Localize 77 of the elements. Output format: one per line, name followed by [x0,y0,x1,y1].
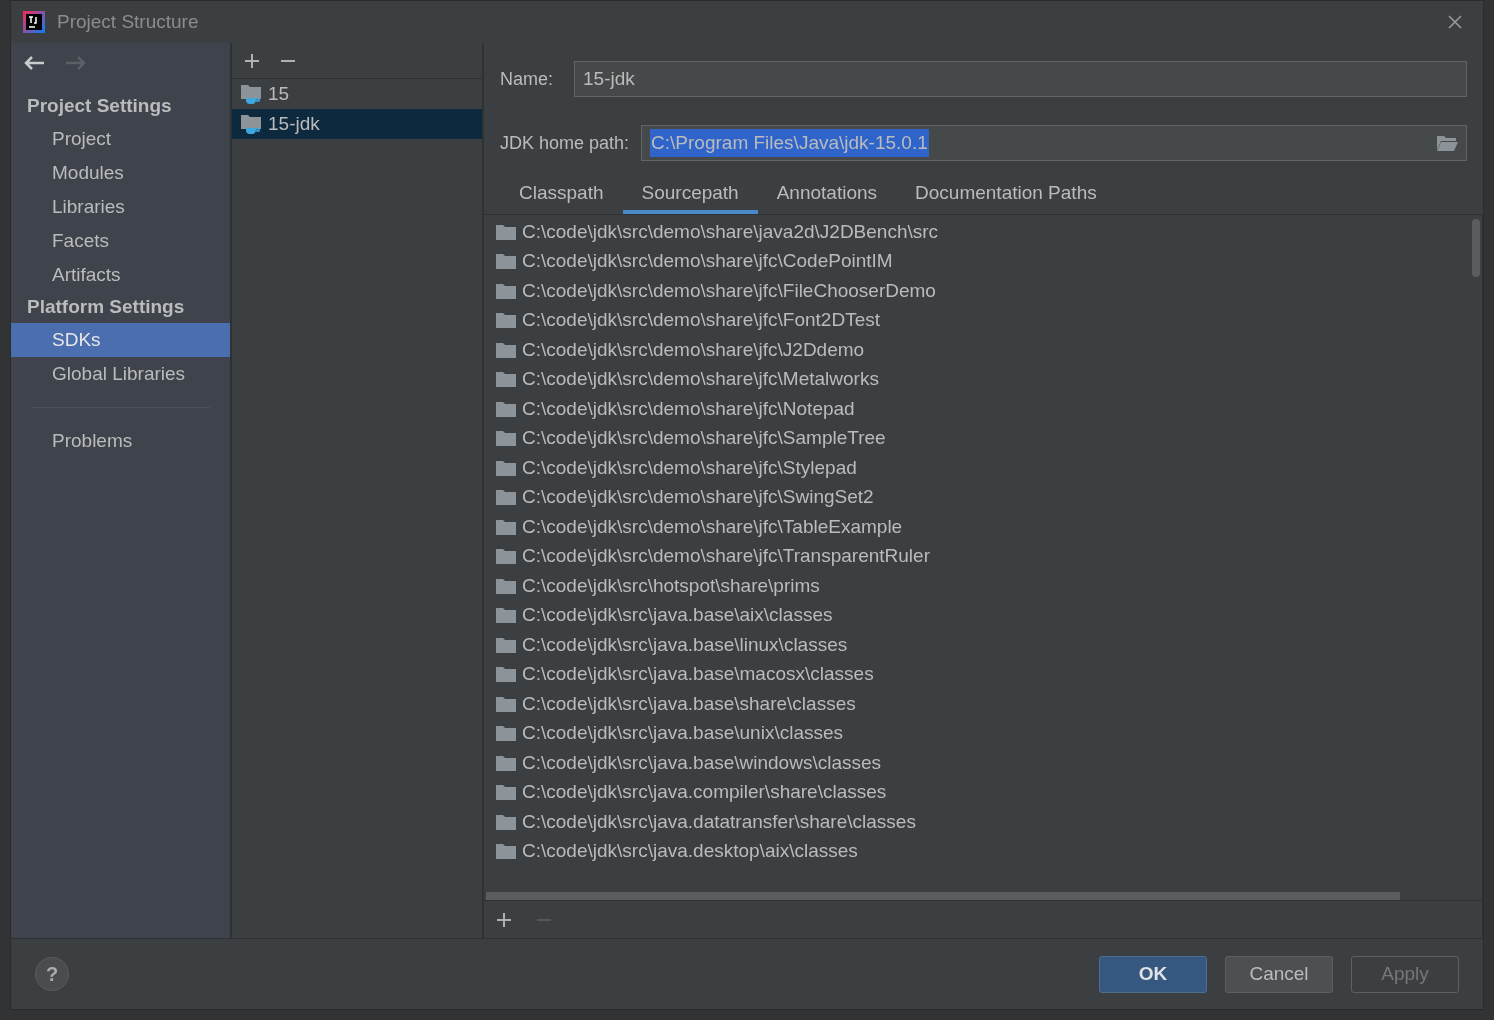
back-arrow-icon[interactable] [23,55,45,71]
dialog-button[interactable]: OK [1099,955,1207,993]
sidebar-item[interactable]: Artifacts [11,258,230,292]
path-list-item[interactable]: C:\code\jdk\src\demo\share\jfc\TableExample [484,512,1482,542]
folder-icon [496,282,516,299]
horizontal-scrollbar[interactable] [486,892,1400,900]
tab[interactable]: Annotations [757,177,897,214]
folder-icon [496,784,516,801]
add-icon[interactable] [496,911,512,928]
field-label: Name: [500,67,554,91]
folder-icon [496,725,516,742]
sidebar-item[interactable]: SDKs [11,323,230,357]
sdk-list-item[interactable]: 15-jdk [232,109,482,139]
sidebar-item[interactable]: Project [11,122,230,156]
add-icon[interactable] [244,52,260,69]
folder-icon [496,253,516,270]
close-icon[interactable] [1447,14,1463,30]
path-field[interactable]: C:\Program Files\Java\jdk-15.0.1 [641,125,1467,161]
tab[interactable]: Classpath [500,177,623,214]
path-list-item[interactable]: C:\code\jdk\src\java.base\aix\classes [484,600,1482,630]
folder-icon [496,666,516,683]
path-list-item[interactable]: C:\code\jdk\src\java.base\windows\classes [484,748,1482,778]
path-list-item[interactable]: C:\code\jdk\src\demo\share\jfc\CodePointIM [484,246,1482,276]
folder-icon [496,400,516,417]
path-list-item[interactable]: C:\code\jdk\src\java.base\share\classes [484,689,1482,719]
path-list-item[interactable]: C:\code\jdk\src\java.base\linux\classes [484,630,1482,660]
folder-icon [496,813,516,830]
folder-icon [496,312,516,329]
path-list-item[interactable]: C:\code\jdk\src\demo\share\jfc\Metalworks [484,364,1482,394]
path-list-item[interactable]: C:\code\jdk\src\hotspot\share\prims [484,571,1482,601]
folder-icon [496,548,516,565]
window-title: Project Structure [57,9,199,34]
path-list-item[interactable]: C:\code\jdk\src\java.base\macosx\classes [484,659,1482,689]
folder-icon [496,223,516,240]
sdk-list-item[interactable]: 15 [232,79,482,109]
folder-icon [496,695,516,712]
folder-icon [496,489,516,506]
jdk-folder-icon [240,113,264,135]
folder-icon [496,577,516,594]
vertical-scrollbar[interactable] [1472,219,1480,277]
path-list-item[interactable]: C:\code\jdk\src\demo\share\jfc\Notepad [484,394,1482,424]
path-list-item[interactable]: C:\code\jdk\src\java.datatransfer\share\classes [484,807,1482,837]
dialog-button[interactable]: Cancel [1225,955,1333,993]
sidebar-item[interactable]: Facets [11,224,230,258]
folder-icon [496,341,516,358]
path-list-item[interactable]: C:\code\jdk\src\demo\share\jfc\FileChooserDemo [484,276,1482,306]
folder-icon [496,636,516,653]
help-button[interactable]: ? [35,957,69,991]
field-label: JDK home path: [500,131,630,155]
path-list-item[interactable]: C:\code\jdk\src\demo\share\jfc\Font2DTest [484,305,1482,335]
folder-icon [496,754,516,771]
path-list-item[interactable]: C:\code\jdk\src\demo\share\jfc\J2Ddemo [484,335,1482,365]
section-header: Platform Settings [26,295,186,320]
jdk-folder-icon [240,83,264,105]
sidebar-item[interactable]: Modules [11,156,230,190]
section-header: Project Settings [26,94,173,119]
app-logo-icon [23,11,45,33]
path-list-item[interactable]: C:\code\jdk\src\demo\share\jfc\SampleTree [484,423,1482,453]
folder-icon [496,371,516,388]
path-list-item[interactable]: C:\code\jdk\src\demo\share\jfc\TransparentRuler [484,541,1482,571]
folder-icon [496,459,516,476]
sidebar-item[interactable]: Libraries [11,190,230,224]
folder-icon [496,430,516,447]
path-list-item[interactable]: C:\code\jdk\src\demo\share\jfc\SwingSet2 [484,482,1482,512]
path-list-item[interactable]: C:\code\jdk\src\java.compiler\share\classes [484,777,1482,807]
path-list-item[interactable]: C:\code\jdk\src\java.base\unix\classes [484,718,1482,748]
path-list-item[interactable]: C:\code\jdk\src\demo\share\java2d\J2DBench\src [484,217,1482,247]
name-field[interactable]: 15-jdk [574,61,1467,97]
folder-icon [496,518,516,535]
sidebar-item[interactable]: Problems [11,424,230,458]
path-list-item[interactable]: C:\code\jdk\src\demo\share\jfc\Stylepad [484,453,1482,483]
tab[interactable]: Documentation Paths [896,177,1116,214]
sidebar-item[interactable]: Global Libraries [11,357,230,391]
folder-open-icon[interactable] [1436,134,1458,152]
folder-icon [496,843,516,860]
path-list-item[interactable]: C:\code\jdk\src\java.desktop\aix\classes [484,836,1482,866]
folder-icon [496,607,516,624]
